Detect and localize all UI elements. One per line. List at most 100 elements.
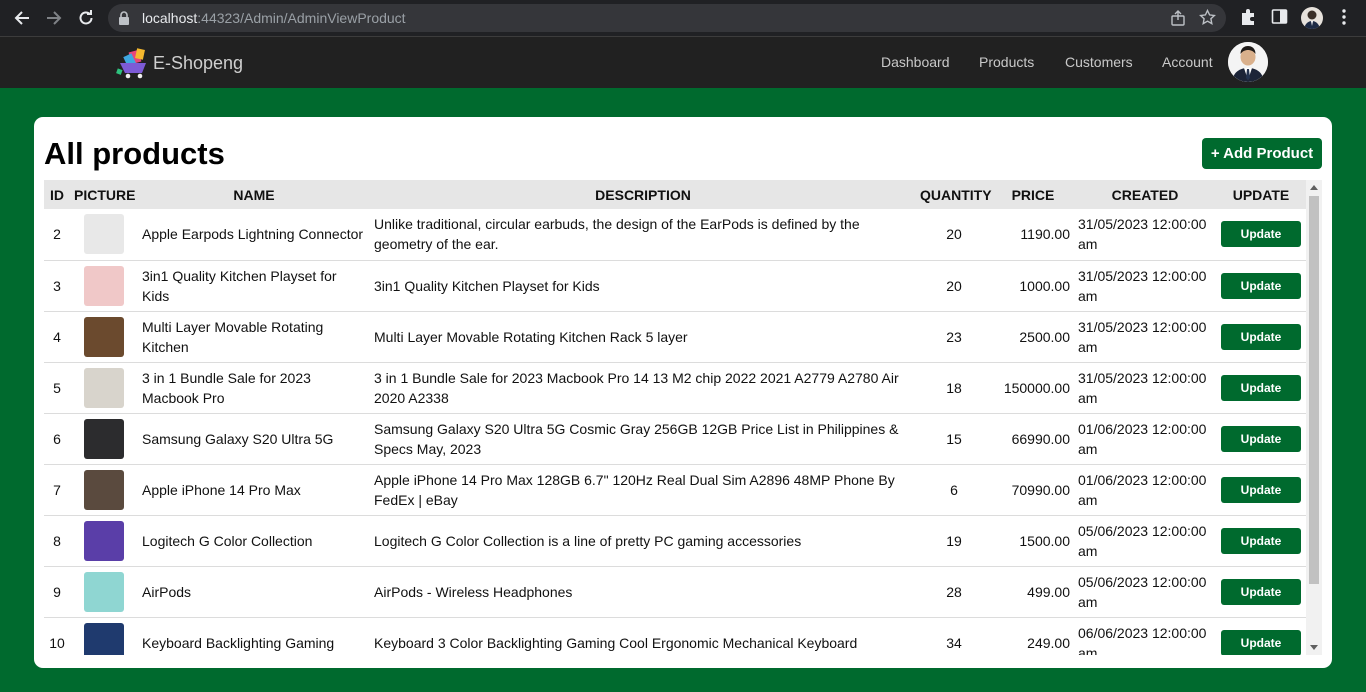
side-panel-icon[interactable]	[1271, 8, 1288, 25]
table-row: 6 Samsung Galaxy S20 Ultra 5G Samsung Gala…	[44, 413, 1306, 464]
product-thumbnail	[84, 418, 124, 459]
table-row: 8 Logitech G Color Collection Logitech G C…	[44, 515, 1306, 566]
reload-icon[interactable]	[74, 7, 98, 29]
cell-description: 3 in 1 Bundle Sale for 2023 Macbook Pro …	[374, 369, 899, 406]
update-button[interactable]: Update	[1221, 476, 1301, 503]
cell-picture	[70, 362, 138, 413]
cell-name: 3 in 1 Bundle Sale for 2023 Macbook Pro	[142, 369, 311, 406]
product-thumbnail	[84, 622, 124, 655]
share-icon[interactable]	[1170, 10, 1186, 26]
nav-link-account[interactable]: Account	[1162, 54, 1213, 70]
update-button[interactable]: Update	[1221, 323, 1301, 350]
brand[interactable]: E-Shopeng	[116, 45, 243, 81]
browser-profile-avatar[interactable]	[1301, 7, 1323, 29]
update-button[interactable]: Update	[1221, 629, 1301, 655]
header-id: ID	[50, 186, 64, 203]
cell-picture	[70, 413, 138, 464]
table-header-row: ID PICTURE NAME DESCRIPTION QUANTITY PRI…	[44, 180, 1306, 209]
product-thumbnail	[84, 520, 124, 561]
cell-price: 1000.00	[1019, 277, 1070, 294]
forward-arrow-icon[interactable]	[42, 7, 66, 29]
table-row: 9 AirPods AirPods - Wireless Headphones 28 4…	[44, 566, 1306, 617]
header-price: PRICE	[1011, 186, 1055, 203]
scrollbar-thumb[interactable]	[1309, 196, 1319, 584]
extensions-puzzle-icon[interactable]	[1239, 8, 1257, 26]
update-button[interactable]: Update	[1221, 527, 1301, 554]
cell-price: 1500.00	[1019, 532, 1070, 549]
user-avatar[interactable]	[1228, 42, 1268, 82]
cell-created: 05/06/2023 12:00:00 am	[1078, 522, 1207, 559]
cell-update: Update	[1216, 617, 1306, 655]
cell-description: Apple iPhone 14 Pro Max 128GB 6.7" 120Hz…	[374, 471, 895, 508]
cell-id: 3	[53, 277, 61, 294]
table-row: 2 Apple Earpods Lightning Connector Unlike…	[44, 209, 1306, 260]
cell-price: 249.00	[1027, 634, 1070, 651]
address-bar[interactable]: localhost:44323/Admin/AdminViewProduct	[108, 4, 1226, 32]
products-table: ID PICTURE NAME DESCRIPTION QUANTITY PRI…	[44, 180, 1306, 655]
url-path: :44323/Admin/AdminViewProduct	[197, 10, 406, 26]
cell-id: 5	[53, 379, 61, 396]
nav-link-dashboard[interactable]: Dashboard	[881, 54, 950, 70]
cell-name: Apple iPhone 14 Pro Max	[142, 481, 301, 498]
header-picture: PICTURE	[74, 186, 136, 203]
url-host: localhost	[142, 10, 198, 26]
cell-quantity: 20	[946, 277, 962, 294]
cell-name: Apple Earpods Lightning Connector	[142, 226, 364, 243]
cell-update: Update	[1216, 260, 1306, 311]
cell-picture	[70, 260, 138, 311]
more-menu-icon[interactable]	[1337, 8, 1351, 26]
update-button[interactable]: Update	[1221, 425, 1301, 452]
cell-quantity: 6	[950, 481, 958, 498]
header-description: DESCRIPTION	[595, 186, 691, 203]
cell-quantity: 18	[946, 379, 962, 396]
cell-created: 31/05/2023 12:00:00 am	[1078, 369, 1207, 406]
product-thumbnail	[84, 571, 124, 612]
cell-name: Samsung Galaxy S20 Ultra 5G	[142, 430, 334, 447]
header-quantity: QUANTITY	[920, 186, 992, 203]
update-button[interactable]: Update	[1221, 272, 1301, 299]
cell-quantity: 23	[946, 328, 962, 345]
cell-created: 31/05/2023 12:00:00 am	[1078, 267, 1207, 304]
cell-name: Logitech G Color Collection	[142, 532, 313, 549]
cell-picture	[70, 464, 138, 515]
cell-name: AirPods	[142, 583, 192, 600]
cell-price: 70990.00	[1011, 481, 1070, 498]
update-button[interactable]: Update	[1221, 374, 1301, 401]
cell-picture	[70, 515, 138, 566]
cell-picture	[70, 566, 138, 617]
scroll-down-arrow-icon[interactable]	[1310, 645, 1318, 650]
table-scrollbar[interactable]	[1306, 180, 1322, 655]
lock-icon[interactable]	[118, 11, 130, 25]
cell-picture	[70, 617, 138, 655]
add-product-button[interactable]: + Add Product	[1202, 138, 1322, 169]
product-thumbnail	[84, 367, 124, 408]
back-arrow-icon[interactable]	[10, 7, 34, 29]
shopping-cart-logo-icon	[116, 45, 152, 81]
header-name: NAME	[233, 186, 275, 203]
bookmark-star-icon[interactable]	[1199, 9, 1216, 26]
cell-quantity: 34	[946, 634, 962, 651]
cell-update: Update	[1216, 413, 1306, 464]
cell-description: Multi Layer Movable Rotating Kitchen Rac…	[374, 328, 688, 345]
nav-link-customers[interactable]: Customers	[1065, 54, 1133, 70]
update-button[interactable]: Update	[1221, 578, 1301, 605]
products-table-container[interactable]: ID PICTURE NAME DESCRIPTION QUANTITY PRI…	[44, 180, 1322, 655]
cell-picture	[70, 311, 138, 362]
cell-id: 6	[53, 430, 61, 447]
cell-id: 2	[53, 226, 61, 243]
update-button[interactable]: Update	[1221, 221, 1301, 248]
cell-name: 3in1 Quality Kitchen Playset for Kids	[142, 267, 337, 304]
cell-created: 01/06/2023 12:00:00 am	[1078, 420, 1207, 457]
product-thumbnail	[84, 469, 124, 510]
cell-id: 8	[53, 532, 61, 549]
scroll-up-arrow-icon[interactable]	[1310, 185, 1318, 190]
cell-quantity: 20	[946, 226, 962, 243]
cell-description: 3in1 Quality Kitchen Playset for Kids	[374, 277, 600, 294]
cell-price: 1190.00	[1020, 226, 1070, 243]
app-navbar: E-Shopeng Dashboard Products Customers A…	[0, 37, 1366, 88]
cell-price: 150000.00	[1003, 379, 1070, 396]
table-row: 7 Apple iPhone 14 Pro Max Apple iPhone 14 …	[44, 464, 1306, 515]
url-text: localhost:44323/Admin/AdminViewProduct	[142, 10, 406, 26]
browser-toolbar: localhost:44323/Admin/AdminViewProduct	[0, 0, 1366, 37]
nav-link-products[interactable]: Products	[979, 54, 1034, 70]
